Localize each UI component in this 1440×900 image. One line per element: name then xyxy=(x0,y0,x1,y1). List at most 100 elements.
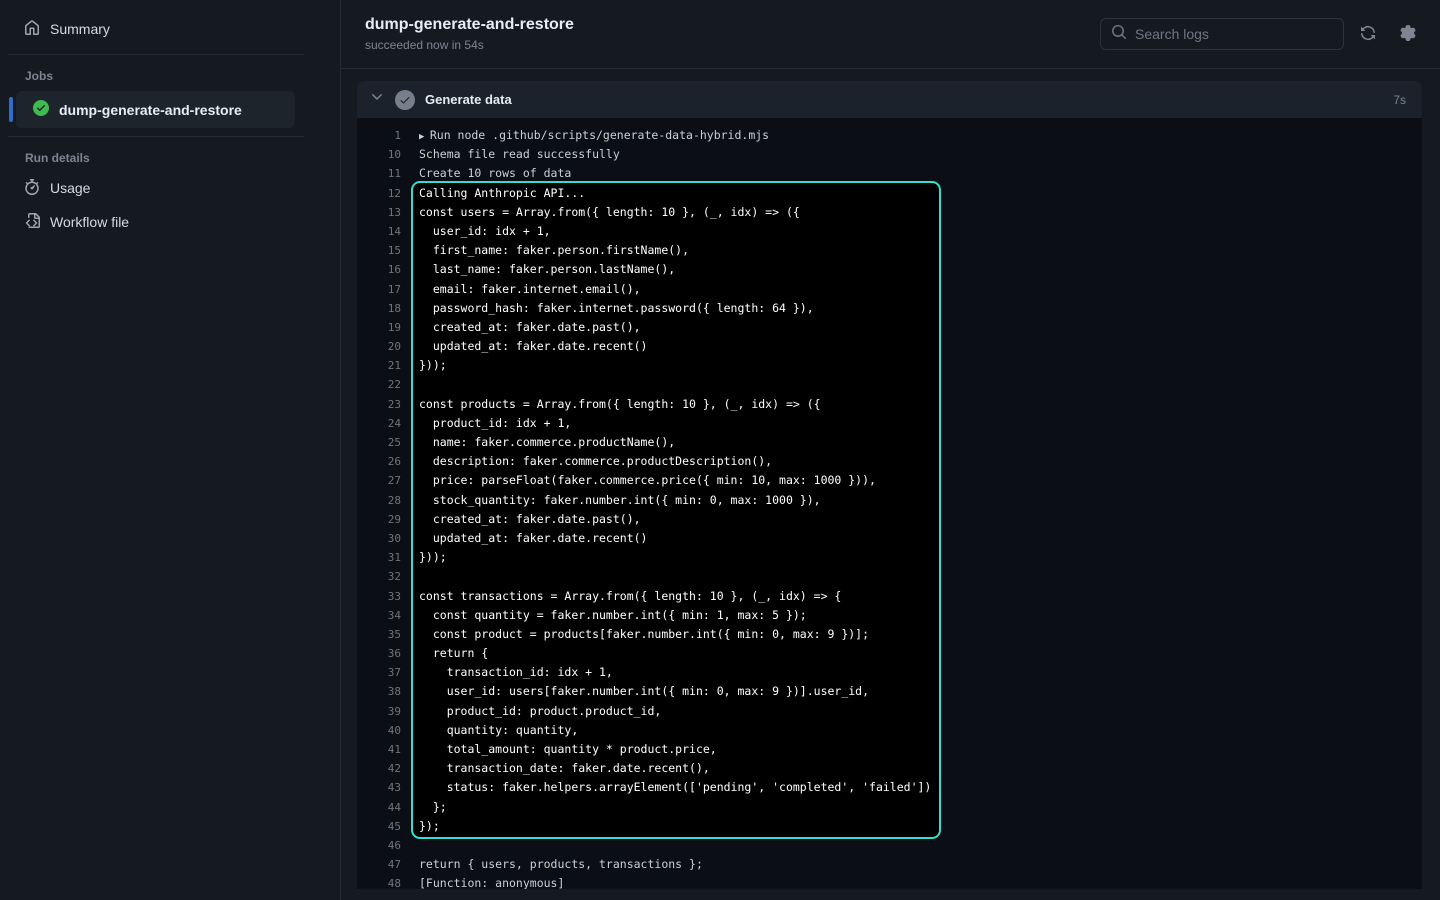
log-line-text: [Function: anonymous] xyxy=(419,874,564,889)
sidebar-item-workflow-file[interactable]: Workflow file xyxy=(0,205,340,239)
log-line-number[interactable]: 41 xyxy=(357,740,401,759)
log-line-number[interactable]: 38 xyxy=(357,682,401,701)
search-logs-input[interactable] xyxy=(1135,26,1333,42)
log-line-text: stock_quantity: faker.number.int({ min: … xyxy=(419,491,821,510)
log-line-text: user_id: idx + 1, xyxy=(419,222,551,241)
settings-button[interactable] xyxy=(1392,18,1424,50)
main-panel: dump-generate-and-restore succeeded now … xyxy=(341,0,1440,900)
log-line-text: status: faker.helpers.arrayElement(['pen… xyxy=(419,778,931,797)
log-line-number[interactable]: 35 xyxy=(357,625,401,644)
log-line-number[interactable]: 20 xyxy=(357,337,401,356)
log-line-number[interactable]: 40 xyxy=(357,721,401,740)
log-line-text: Calling Anthropic API... xyxy=(419,184,585,203)
log-line-number[interactable]: 10 xyxy=(357,145,401,164)
log-group-play-icon[interactable]: ▶ xyxy=(419,132,430,142)
log-line-number[interactable]: 29 xyxy=(357,510,401,529)
log-line-number[interactable]: 24 xyxy=(357,414,401,433)
log-line: 16 last_name: faker.person.lastName(), xyxy=(357,260,1422,279)
sync-icon xyxy=(1360,25,1376,44)
log-line: 31 })); xyxy=(357,548,1422,567)
log-line-number[interactable]: 13 xyxy=(357,203,401,222)
log-line: 28 stock_quantity: faker.number.int({ mi… xyxy=(357,491,1422,510)
log-line-text: password_hash: faker.internet.password({… xyxy=(419,299,814,318)
step-header-generate-data[interactable]: Generate data 7s xyxy=(357,81,1422,118)
log-line: 10 Schema file read successfully xyxy=(357,145,1422,164)
log-line-number[interactable]: 18 xyxy=(357,299,401,318)
run-details-section-label: Run details xyxy=(0,145,340,171)
log-line-number[interactable]: 25 xyxy=(357,433,401,452)
log-line-number[interactable]: 43 xyxy=(357,778,401,797)
search-logs-box xyxy=(1100,18,1344,50)
log-line-number[interactable]: 33 xyxy=(357,587,401,606)
log-line-number[interactable]: 44 xyxy=(357,798,401,817)
log-line-number[interactable]: 11 xyxy=(357,164,401,183)
log-line: 33 const transactions = Array.from({ len… xyxy=(357,587,1422,606)
log-line-number[interactable]: 22 xyxy=(357,375,401,394)
run-header: dump-generate-and-restore succeeded now … xyxy=(341,0,1440,69)
log-line-number[interactable]: 42 xyxy=(357,759,401,778)
log-line: 39 product_id: product.product_id, xyxy=(357,702,1422,721)
sidebar-item-job[interactable]: dump-generate-and-restore xyxy=(16,91,295,128)
log-body[interactable]: 1 ▶ Run node .github/scripts/generate-da… xyxy=(357,118,1422,889)
sidebar-workflow-file-label: Workflow file xyxy=(50,214,129,230)
log-line-number[interactable]: 30 xyxy=(357,529,401,548)
log-line-number[interactable]: 46 xyxy=(357,836,401,855)
log-line-number[interactable]: 26 xyxy=(357,452,401,471)
log-line-text: const transactions = Array.from({ length… xyxy=(419,587,841,606)
log-line-number[interactable]: 14 xyxy=(357,222,401,241)
log-line-text: return { users, products, transactions }… xyxy=(419,855,703,874)
log-line-number[interactable]: 16 xyxy=(357,260,401,279)
stopwatch-icon xyxy=(24,179,40,198)
sidebar-divider xyxy=(8,136,304,137)
log-line-text: }); xyxy=(419,817,440,836)
log-line-number[interactable]: 12 xyxy=(357,184,401,203)
chevron-down-icon xyxy=(369,89,385,110)
log-line: 34 const quantity = faker.number.int({ m… xyxy=(357,606,1422,625)
log-line: 11 Create 10 rows of data xyxy=(357,164,1422,183)
log-line-number[interactable]: 31 xyxy=(357,548,401,567)
log-line-number[interactable]: 19 xyxy=(357,318,401,337)
log-line: 32 xyxy=(357,567,1422,586)
log-line-number[interactable]: 39 xyxy=(357,702,401,721)
log-line-text: created_at: faker.date.past(), xyxy=(419,510,641,529)
log-line-number[interactable]: 23 xyxy=(357,395,401,414)
step-name: Generate data xyxy=(425,92,512,107)
log-line: 45 }); xyxy=(357,817,1422,836)
log-line-number[interactable]: 21 xyxy=(357,356,401,375)
job-name: dump-generate-and-restore xyxy=(59,102,242,118)
log-line-number[interactable]: 28 xyxy=(357,491,401,510)
log-container: Generate data 7s 1 ▶ Run node .github/sc… xyxy=(357,81,1422,889)
sidebar-item-summary[interactable]: Summary xyxy=(0,12,340,46)
log-line-text: first_name: faker.person.firstName(), xyxy=(419,241,689,260)
log-line: 36 return { xyxy=(357,644,1422,663)
log-line-number[interactable]: 48 xyxy=(357,874,401,889)
log-line-text: const quantity = faker.number.int({ min:… xyxy=(419,606,807,625)
log-line: 17 email: faker.internet.email(), xyxy=(357,280,1422,299)
step-check-icon xyxy=(395,90,415,110)
refresh-button[interactable] xyxy=(1352,18,1384,50)
log-line-number[interactable]: 37 xyxy=(357,663,401,682)
log-line-number[interactable]: 15 xyxy=(357,241,401,260)
log-line: 20 updated_at: faker.date.recent() xyxy=(357,337,1422,356)
log-line: 23 const products = Array.from({ length:… xyxy=(357,395,1422,414)
log-line-number[interactable]: 27 xyxy=(357,471,401,490)
log-line: 25 name: faker.commerce.productName(), xyxy=(357,433,1422,452)
log-line-number[interactable]: 45 xyxy=(357,817,401,836)
log-line-number[interactable]: 32 xyxy=(357,567,401,586)
log-line: 24 product_id: idx + 1, xyxy=(357,414,1422,433)
sidebar-item-usage[interactable]: Usage xyxy=(0,171,340,205)
log-line-text: quantity: quantity, xyxy=(419,721,578,740)
log-line-number[interactable]: 1 xyxy=(357,126,401,145)
sidebar-usage-label: Usage xyxy=(50,180,90,196)
log-line: 13 const users = Array.from({ length: 10… xyxy=(357,203,1422,222)
log-line: 43 status: faker.helpers.arrayElement(['… xyxy=(357,778,1422,797)
log-line-text: created_at: faker.date.past(), xyxy=(419,318,641,337)
log-line: 26 description: faker.commerce.productDe… xyxy=(357,452,1422,471)
log-line-number[interactable]: 17 xyxy=(357,280,401,299)
log-line-number[interactable]: 36 xyxy=(357,644,401,663)
log-line: 47 return { users, products, transaction… xyxy=(357,855,1422,874)
log-line-number[interactable]: 34 xyxy=(357,606,401,625)
log-line-text: const users = Array.from({ length: 10 },… xyxy=(419,203,800,222)
log-line-text: price: parseFloat(faker.commerce.price({… xyxy=(419,471,876,490)
log-line-number[interactable]: 47 xyxy=(357,855,401,874)
